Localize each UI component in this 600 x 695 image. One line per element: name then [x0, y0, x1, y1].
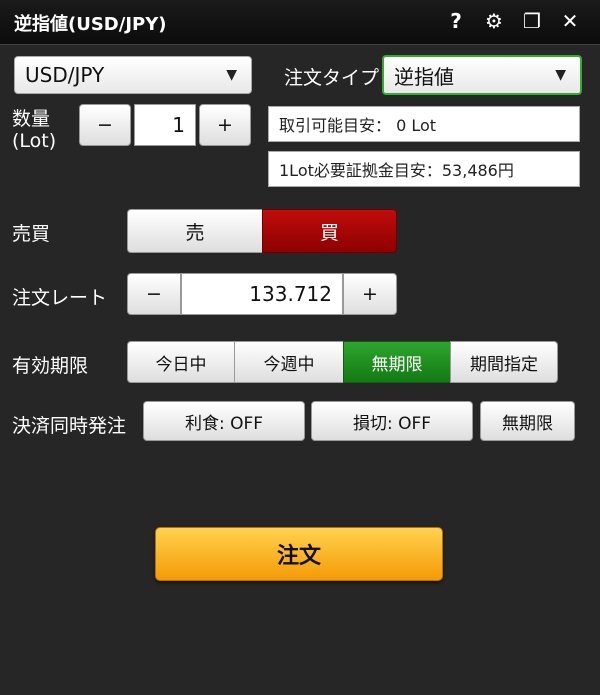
order-type-value: 逆指値 — [394, 64, 454, 89]
take-profit-button[interactable]: 利食: OFF — [143, 401, 305, 441]
help-icon[interactable]: ? — [444, 8, 468, 34]
order-type-select[interactable]: 逆指値 ▼ — [382, 55, 582, 95]
quantity-minus-button[interactable]: − — [79, 104, 131, 146]
window-title: 逆指値(USD/JPY) — [14, 14, 167, 35]
order-button[interactable]: 注文 — [155, 527, 443, 581]
quantity-plus-button[interactable]: + — [199, 104, 251, 146]
restore-window-icon[interactable]: ❐ — [520, 8, 544, 34]
side-label: 売買 — [12, 223, 51, 245]
buy-button[interactable]: 買 — [262, 209, 397, 253]
chevron-down-icon: ▼ — [555, 67, 566, 83]
order-rate-input[interactable]: 133.712 — [181, 273, 343, 315]
rate-minus-button[interactable]: − — [127, 273, 181, 315]
sell-button[interactable]: 売 — [127, 209, 263, 253]
currency-pair-value: USD/JPY — [25, 63, 105, 87]
quantity-input[interactable]: 1 — [134, 104, 196, 146]
expiry-option-no-limit[interactable]: 無期限 — [343, 341, 451, 383]
order-type-label: 注文タイプ — [284, 67, 380, 89]
chevron-down-icon: ▼ — [226, 67, 237, 83]
stop-loss-button[interactable]: 損切: OFF — [311, 401, 473, 441]
quantity-label-line2: (Lot) — [12, 130, 57, 152]
quantity-label-line1: 数量 — [12, 108, 51, 130]
settlement-expiry-button[interactable]: 無期限 — [480, 401, 575, 441]
required-margin-info: 1Lot必要証拠金目安：53,486円 — [268, 151, 580, 187]
quantity-label: 数量 (Lot) — [12, 108, 56, 152]
title-bar-icons: ? ⚙ ❐ ✕ — [444, 8, 582, 34]
expiry-option-today[interactable]: 今日中 — [127, 341, 235, 383]
expiry-option-date[interactable]: 期間指定 — [450, 341, 558, 383]
order-window: 逆指値(USD/JPY) ? ⚙ ❐ ✕ USD/JPY ▼ 注文タイプ 逆指値… — [0, 0, 600, 695]
order-rate-label: 注文レート — [12, 287, 108, 309]
expiry-label: 有効期限 — [12, 355, 89, 377]
title-bar[interactable]: 逆指値(USD/JPY) ? ⚙ ❐ ✕ — [0, 0, 600, 45]
close-icon[interactable]: ✕ — [558, 8, 582, 34]
tradable-lot-info: 取引可能目安： 0 Lot — [268, 106, 580, 142]
gear-icon[interactable]: ⚙ — [482, 8, 506, 34]
expiry-option-this-week[interactable]: 今週中 — [234, 341, 344, 383]
currency-pair-select[interactable]: USD/JPY ▼ — [14, 56, 252, 94]
rate-plus-button[interactable]: + — [343, 273, 397, 315]
settlement-label: 決済同時発注 — [12, 415, 127, 437]
